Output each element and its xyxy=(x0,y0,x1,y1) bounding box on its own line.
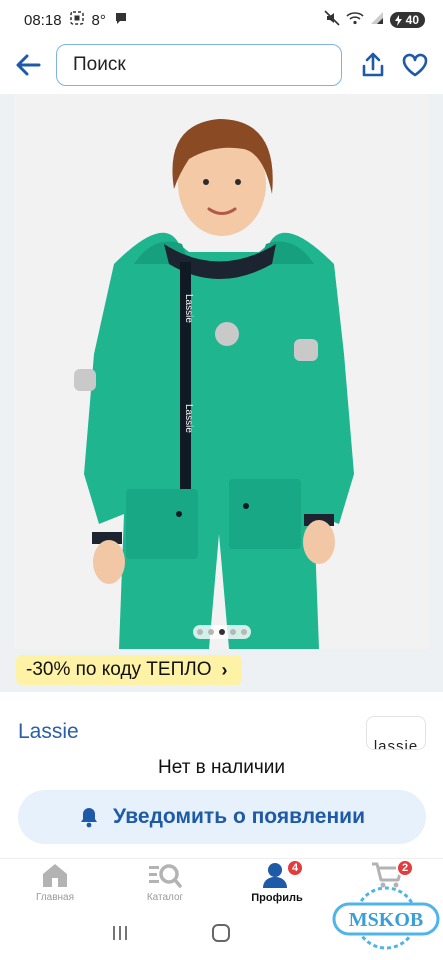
profile-badge: 4 xyxy=(286,859,304,877)
share-button[interactable] xyxy=(355,47,391,83)
pagination-dot[interactable] xyxy=(197,629,203,635)
product-photo: Lassie Lassie xyxy=(74,119,354,649)
home-circle-icon xyxy=(212,923,231,942)
product-gallery[interactable]: Lassie Lassie -30% по коду ТЕПЛО › xyxy=(0,94,443,692)
heart-icon xyxy=(402,53,428,77)
pagination-dot[interactable] xyxy=(230,629,236,635)
mute-icon xyxy=(324,10,340,30)
nav-item-catalog[interactable]: Каталог xyxy=(120,861,210,903)
recents-icon xyxy=(113,925,128,940)
battery-level: 40 xyxy=(405,13,419,27)
status-temperature: 8° xyxy=(91,11,106,29)
svg-text:Lassie: Lassie xyxy=(183,294,194,323)
nav-item-home[interactable]: Главная xyxy=(10,861,100,903)
promo-badge[interactable]: -30% по коду ТЕПЛО › xyxy=(16,655,242,685)
product-photo-area: Lassie Lassie xyxy=(14,94,429,649)
battery-indicator: 40 xyxy=(389,12,425,28)
back-arrow-icon xyxy=(16,54,41,76)
signal-icon xyxy=(370,11,384,29)
brand-logo-text: lassie xyxy=(373,738,419,750)
nav-item-profile[interactable]: 4 Профиль xyxy=(232,859,322,904)
catalog-search-icon xyxy=(149,864,182,888)
pagination-dot[interactable] xyxy=(241,629,247,635)
nav-label-home: Главная xyxy=(35,892,75,903)
status-bar: 08:18 8° 40 xyxy=(0,0,443,40)
notify-button[interactable]: Уведомить о появлении xyxy=(18,790,426,844)
svg-text:MSKOB: MSKOB xyxy=(349,909,423,931)
bell-icon xyxy=(81,808,98,828)
wifi-icon xyxy=(346,11,364,29)
availability-status: Нет в наличии xyxy=(158,757,285,778)
pagination-dot[interactable] xyxy=(208,629,214,635)
nav-label-catalog: Каталог xyxy=(146,892,184,903)
back-button[interactable] xyxy=(10,47,46,83)
brand-link[interactable]: Lassie xyxy=(18,720,79,744)
share-icon xyxy=(362,52,384,77)
search-input[interactable]: Поиск xyxy=(56,44,342,86)
watermark-logo: MSKOB xyxy=(330,880,442,956)
home-icon xyxy=(43,864,67,887)
gallery-pagination[interactable] xyxy=(193,625,251,639)
chevron-right-icon: › xyxy=(221,659,228,680)
search-placeholder: Поиск xyxy=(73,54,126,75)
screenshot-icon xyxy=(69,11,84,29)
recent-apps-button[interactable] xyxy=(111,924,129,947)
chat-icon xyxy=(114,11,128,29)
home-button[interactable] xyxy=(211,923,231,948)
brand-logo[interactable]: lassie xyxy=(366,716,426,750)
top-bar: Поиск xyxy=(0,40,443,90)
pagination-dot-active[interactable] xyxy=(219,629,225,635)
promo-text: -30% по коду ТЕПЛО xyxy=(26,659,212,680)
favorite-button[interactable] xyxy=(397,47,433,83)
svg-text:Lassie: Lassie xyxy=(183,404,194,433)
nav-label-profile: Профиль xyxy=(251,892,303,904)
cart-badge: 2 xyxy=(396,859,414,877)
notify-label: Уведомить о появлении xyxy=(113,805,365,828)
status-time: 08:18 xyxy=(24,11,62,29)
